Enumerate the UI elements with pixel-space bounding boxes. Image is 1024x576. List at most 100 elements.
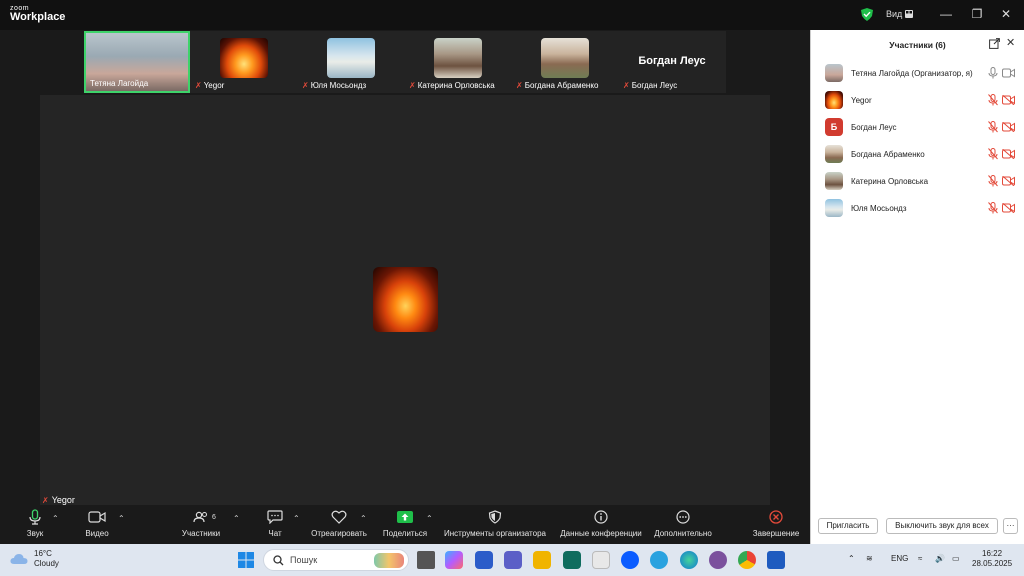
windows-start-icon[interactable] <box>237 551 255 569</box>
avatar <box>541 38 589 78</box>
more-button[interactable]: Дополнительно <box>653 506 713 544</box>
video-off-icon[interactable] <box>1002 122 1015 132</box>
participants-panel: Участники (6) ✕ Тетяна Лагойда (Организа… <box>810 30 1024 544</box>
video-off-icon[interactable] <box>1002 149 1015 159</box>
search-icon <box>273 555 284 566</box>
language-indicator[interactable]: ENG <box>891 554 908 563</box>
close-panel-icon[interactable]: ✕ <box>1006 36 1015 49</box>
participant-row[interactable]: Катерина Орловська <box>811 168 1024 195</box>
zoom-logo: zoom Workplace <box>10 5 65 23</box>
microphone-icon[interactable] <box>988 67 998 79</box>
host-tools-button[interactable]: Инструменты организатора <box>443 506 547 544</box>
audio-button[interactable]: Звук <box>22 506 48 544</box>
avatar <box>825 145 843 163</box>
copilot-icon[interactable] <box>445 551 463 569</box>
wifi-icon[interactable]: ≈ <box>918 554 922 563</box>
react-button[interactable]: Отреагировать <box>310 506 368 544</box>
mic-muted-icon[interactable] <box>988 121 998 133</box>
host-tools-label: Инструменты организатора <box>444 529 546 538</box>
tile-name-label: Катерина Орловська <box>417 81 495 90</box>
gallery-tile[interactable]: ✗ Юля Мосьондз <box>298 31 404 93</box>
participant-row[interactable]: Богдана Абраменко <box>811 141 1024 168</box>
end-meeting-button[interactable]: Завершение <box>752 506 800 544</box>
active-speaker-view[interactable]: ✗ Yegor <box>40 95 770 505</box>
gallery-tile[interactable]: ✗ Катерина Орловська <box>405 31 511 93</box>
participant-row[interactable]: Юля Мосьондз <box>811 195 1024 222</box>
view-grid-icon[interactable] <box>905 10 913 18</box>
react-label: Отреагировать <box>311 529 367 538</box>
gallery-tile[interactable]: Тетяна Лагойда <box>84 31 190 93</box>
zoom-window: zoom Workplace Вид — ❐ ✕ Тетяна Лагойда … <box>0 0 1024 544</box>
gallery-tile[interactable]: ✗ Богдана Абраменко <box>512 31 618 93</box>
restore-icon[interactable]: ❐ <box>969 6 985 22</box>
share-label: Поделиться <box>382 529 428 538</box>
participant-row[interactable]: Б Богдан Леус <box>811 114 1024 141</box>
pop-out-icon[interactable] <box>989 38 1000 49</box>
volume-icon[interactable]: 🔊 <box>935 554 945 563</box>
speaker-avatar <box>373 267 438 332</box>
tile-name: Тетяна Лагойда <box>90 79 148 88</box>
react-options-caret-icon[interactable]: ⌃ <box>360 514 367 523</box>
avatar <box>327 38 375 78</box>
weather-temp: 16°C <box>34 549 52 558</box>
avatar <box>825 91 843 109</box>
mic-muted-icon: ✗ <box>409 81 416 90</box>
taskbar-search[interactable]: Пошук <box>263 549 409 571</box>
close-icon[interactable]: ✕ <box>998 6 1014 22</box>
video-options-caret-icon[interactable]: ⌃ <box>118 514 125 523</box>
store-icon[interactable] <box>592 551 610 569</box>
viber-icon[interactable] <box>709 551 727 569</box>
phone-link-icon[interactable] <box>475 551 493 569</box>
video-off-icon[interactable] <box>1002 95 1015 105</box>
participants-options-caret-icon[interactable]: ⌃ <box>233 514 240 523</box>
tray-expand-icon[interactable]: ⌃ <box>848 554 855 563</box>
gallery-tile[interactable]: Богдан Леус ✗ Богдан Леус <box>619 31 725 93</box>
tile-big-name: Богдан Леус <box>638 55 706 67</box>
gallery-tile[interactable]: ✗ Yegor <box>191 31 297 93</box>
word-icon[interactable] <box>767 551 785 569</box>
chat-button[interactable]: Чат <box>265 506 285 544</box>
share-screen-icon <box>397 511 413 523</box>
search-highlight-image <box>374 553 404 568</box>
participants-button[interactable]: Участники <box>180 506 222 544</box>
mic-muted-icon[interactable] <box>988 175 998 187</box>
participant-name: Богдан Леус <box>851 123 897 132</box>
mic-muted-icon[interactable] <box>988 94 998 106</box>
security-shield-icon[interactable] <box>861 8 873 21</box>
clock-date: 28.05.2025 <box>972 559 1013 568</box>
meeting-info-button[interactable]: Данные конференции <box>559 506 643 544</box>
mute-all-button[interactable]: Выключить звук для всех <box>886 518 998 534</box>
chrome-icon[interactable] <box>738 551 756 569</box>
edge-icon[interactable] <box>680 551 698 569</box>
network-activity-icon[interactable]: ≋ <box>866 554 873 563</box>
security-app-icon[interactable] <box>563 551 581 569</box>
panel-more-button[interactable]: ··· <box>1003 518 1018 534</box>
mic-muted-icon[interactable] <box>988 202 998 214</box>
chat-options-caret-icon[interactable]: ⌃ <box>293 514 300 523</box>
mic-muted-icon[interactable] <box>988 148 998 160</box>
zoom-taskbar-icon[interactable] <box>621 551 639 569</box>
participant-row[interactable]: Тетяна Лагойда (Организатор, я) <box>811 60 1024 87</box>
chat-icon <box>267 510 283 524</box>
weather-widget[interactable]: 16°C Cloudy <box>10 549 59 569</box>
minimize-icon[interactable]: — <box>938 6 954 22</box>
video-button[interactable]: Видео <box>82 506 112 544</box>
teams-icon[interactable] <box>504 551 522 569</box>
audio-options-caret-icon[interactable]: ⌃ <box>52 514 59 523</box>
system-clock[interactable]: 16:22 28.05.2025 <box>972 549 1012 569</box>
task-view-icon[interactable] <box>417 551 435 569</box>
participant-row[interactable]: Yegor <box>811 87 1024 114</box>
avatar <box>825 199 843 217</box>
video-camera-icon[interactable] <box>1002 68 1015 78</box>
speaker-name-label: Yegor <box>51 495 75 505</box>
video-off-icon[interactable] <box>1002 203 1015 213</box>
video-off-icon[interactable] <box>1002 176 1015 186</box>
share-options-caret-icon[interactable]: ⌃ <box>426 514 433 523</box>
file-explorer-icon[interactable] <box>533 551 551 569</box>
invite-button[interactable]: Пригласить <box>818 518 878 534</box>
share-button[interactable]: Поделиться <box>382 506 428 544</box>
telegram-icon[interactable] <box>650 551 668 569</box>
battery-icon[interactable]: ▭ <box>952 554 960 563</box>
view-menu[interactable]: Вид <box>886 9 902 19</box>
avatar: Б <box>825 118 843 136</box>
